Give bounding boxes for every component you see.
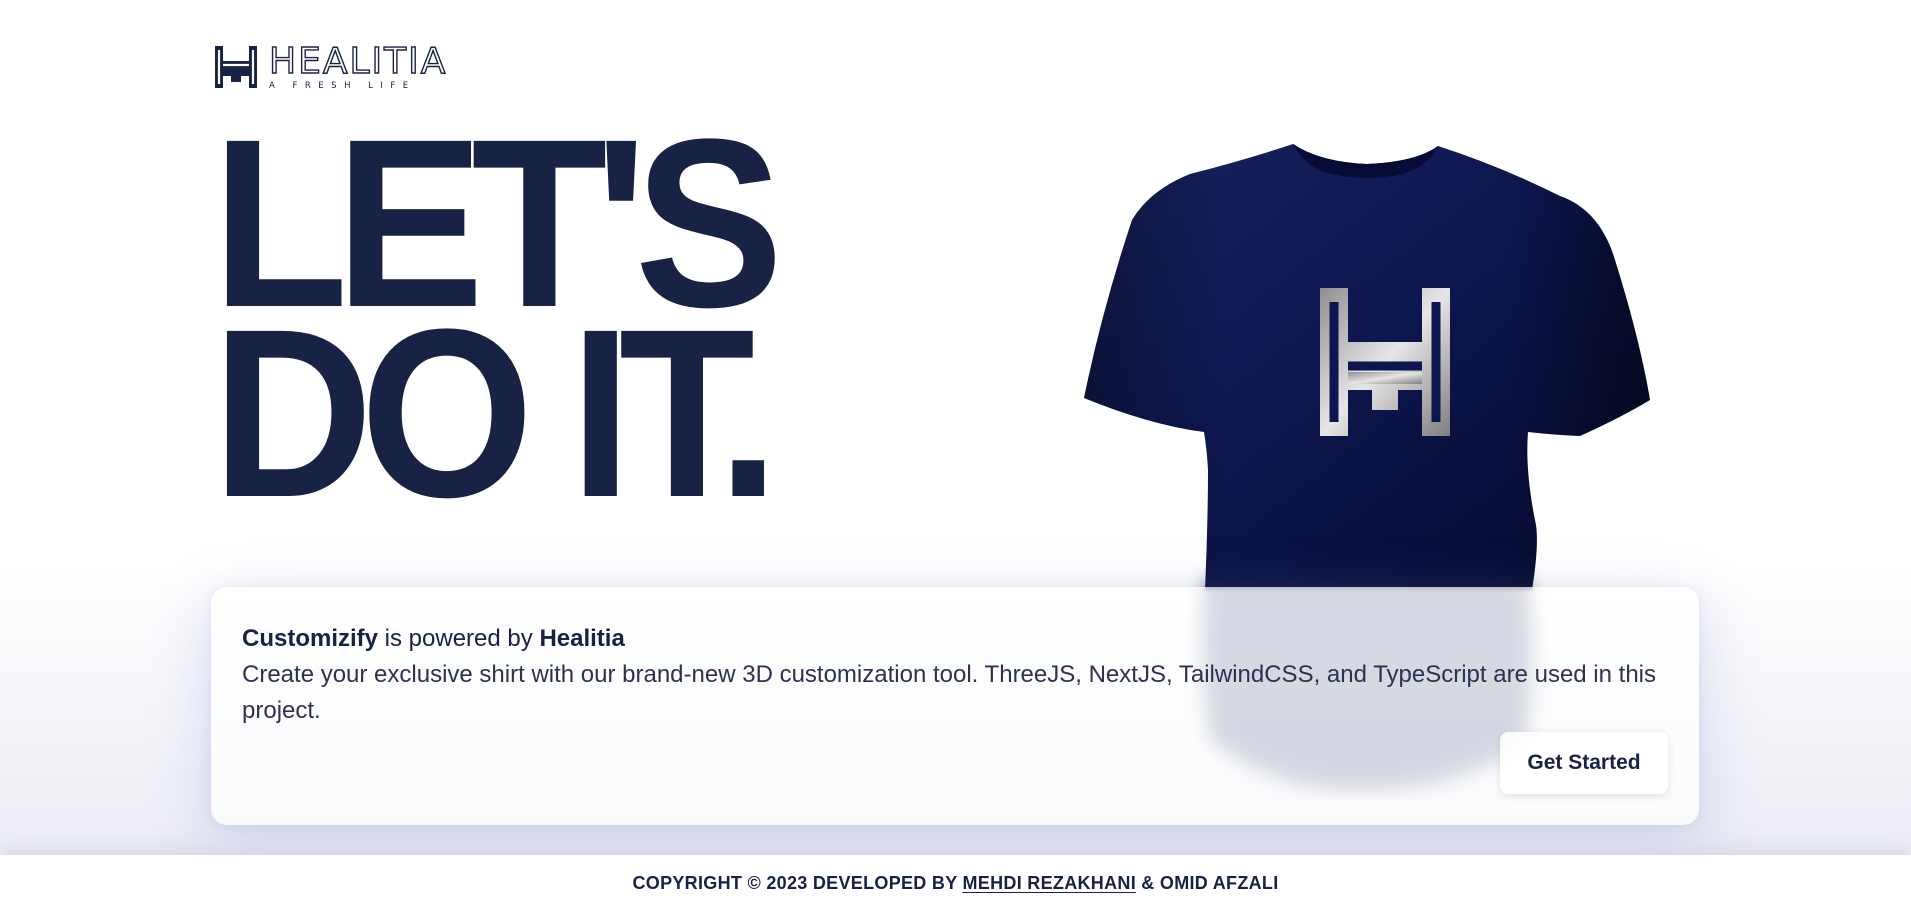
- hero-headline: LET'S DO IT.: [212, 103, 783, 547]
- get-started-button[interactable]: Get Started: [1500, 732, 1668, 794]
- healitia-h-print-icon: [1320, 288, 1450, 436]
- logo-text: HEALITIA A FRESH LIFE: [268, 41, 448, 91]
- home-logo-link[interactable]: HEALITIA A FRESH LIFE: [213, 41, 448, 91]
- footer-author2: OMID AFZALI: [1159, 872, 1279, 893]
- company-name: Healitia: [539, 625, 625, 652]
- logo-name: HEALITIA: [268, 41, 448, 82]
- powered-by-text: is powered by: [378, 625, 540, 652]
- page: HEALITIA A FRESH LIFE LET'S DO IT. Custo…: [0, 0, 1911, 909]
- footer-separator: &: [1136, 872, 1160, 893]
- healitia-h-icon: [215, 46, 257, 88]
- card-intro: Customizify is powered by Healitia: [242, 621, 1668, 657]
- product-name: Customizify: [242, 625, 379, 652]
- info-card: Customizify is powered by Healitia Creat…: [211, 587, 1699, 825]
- footer-prefix: COPYRIGHT © 2023 DEVELOPED BY: [632, 872, 963, 893]
- card-description: Create your exclusive shirt with our bra…: [242, 661, 1656, 724]
- author-link-mehdi[interactable]: MEHDI REZAKHANI: [963, 873, 1137, 893]
- hero-headline-line2: DO IT.: [212, 279, 779, 547]
- footer-copyright: COPYRIGHT © 2023 DEVELOPED BY MEHDI REZA…: [632, 873, 1278, 894]
- footer: COPYRIGHT © 2023 DEVELOPED BY MEHDI REZA…: [0, 855, 1911, 909]
